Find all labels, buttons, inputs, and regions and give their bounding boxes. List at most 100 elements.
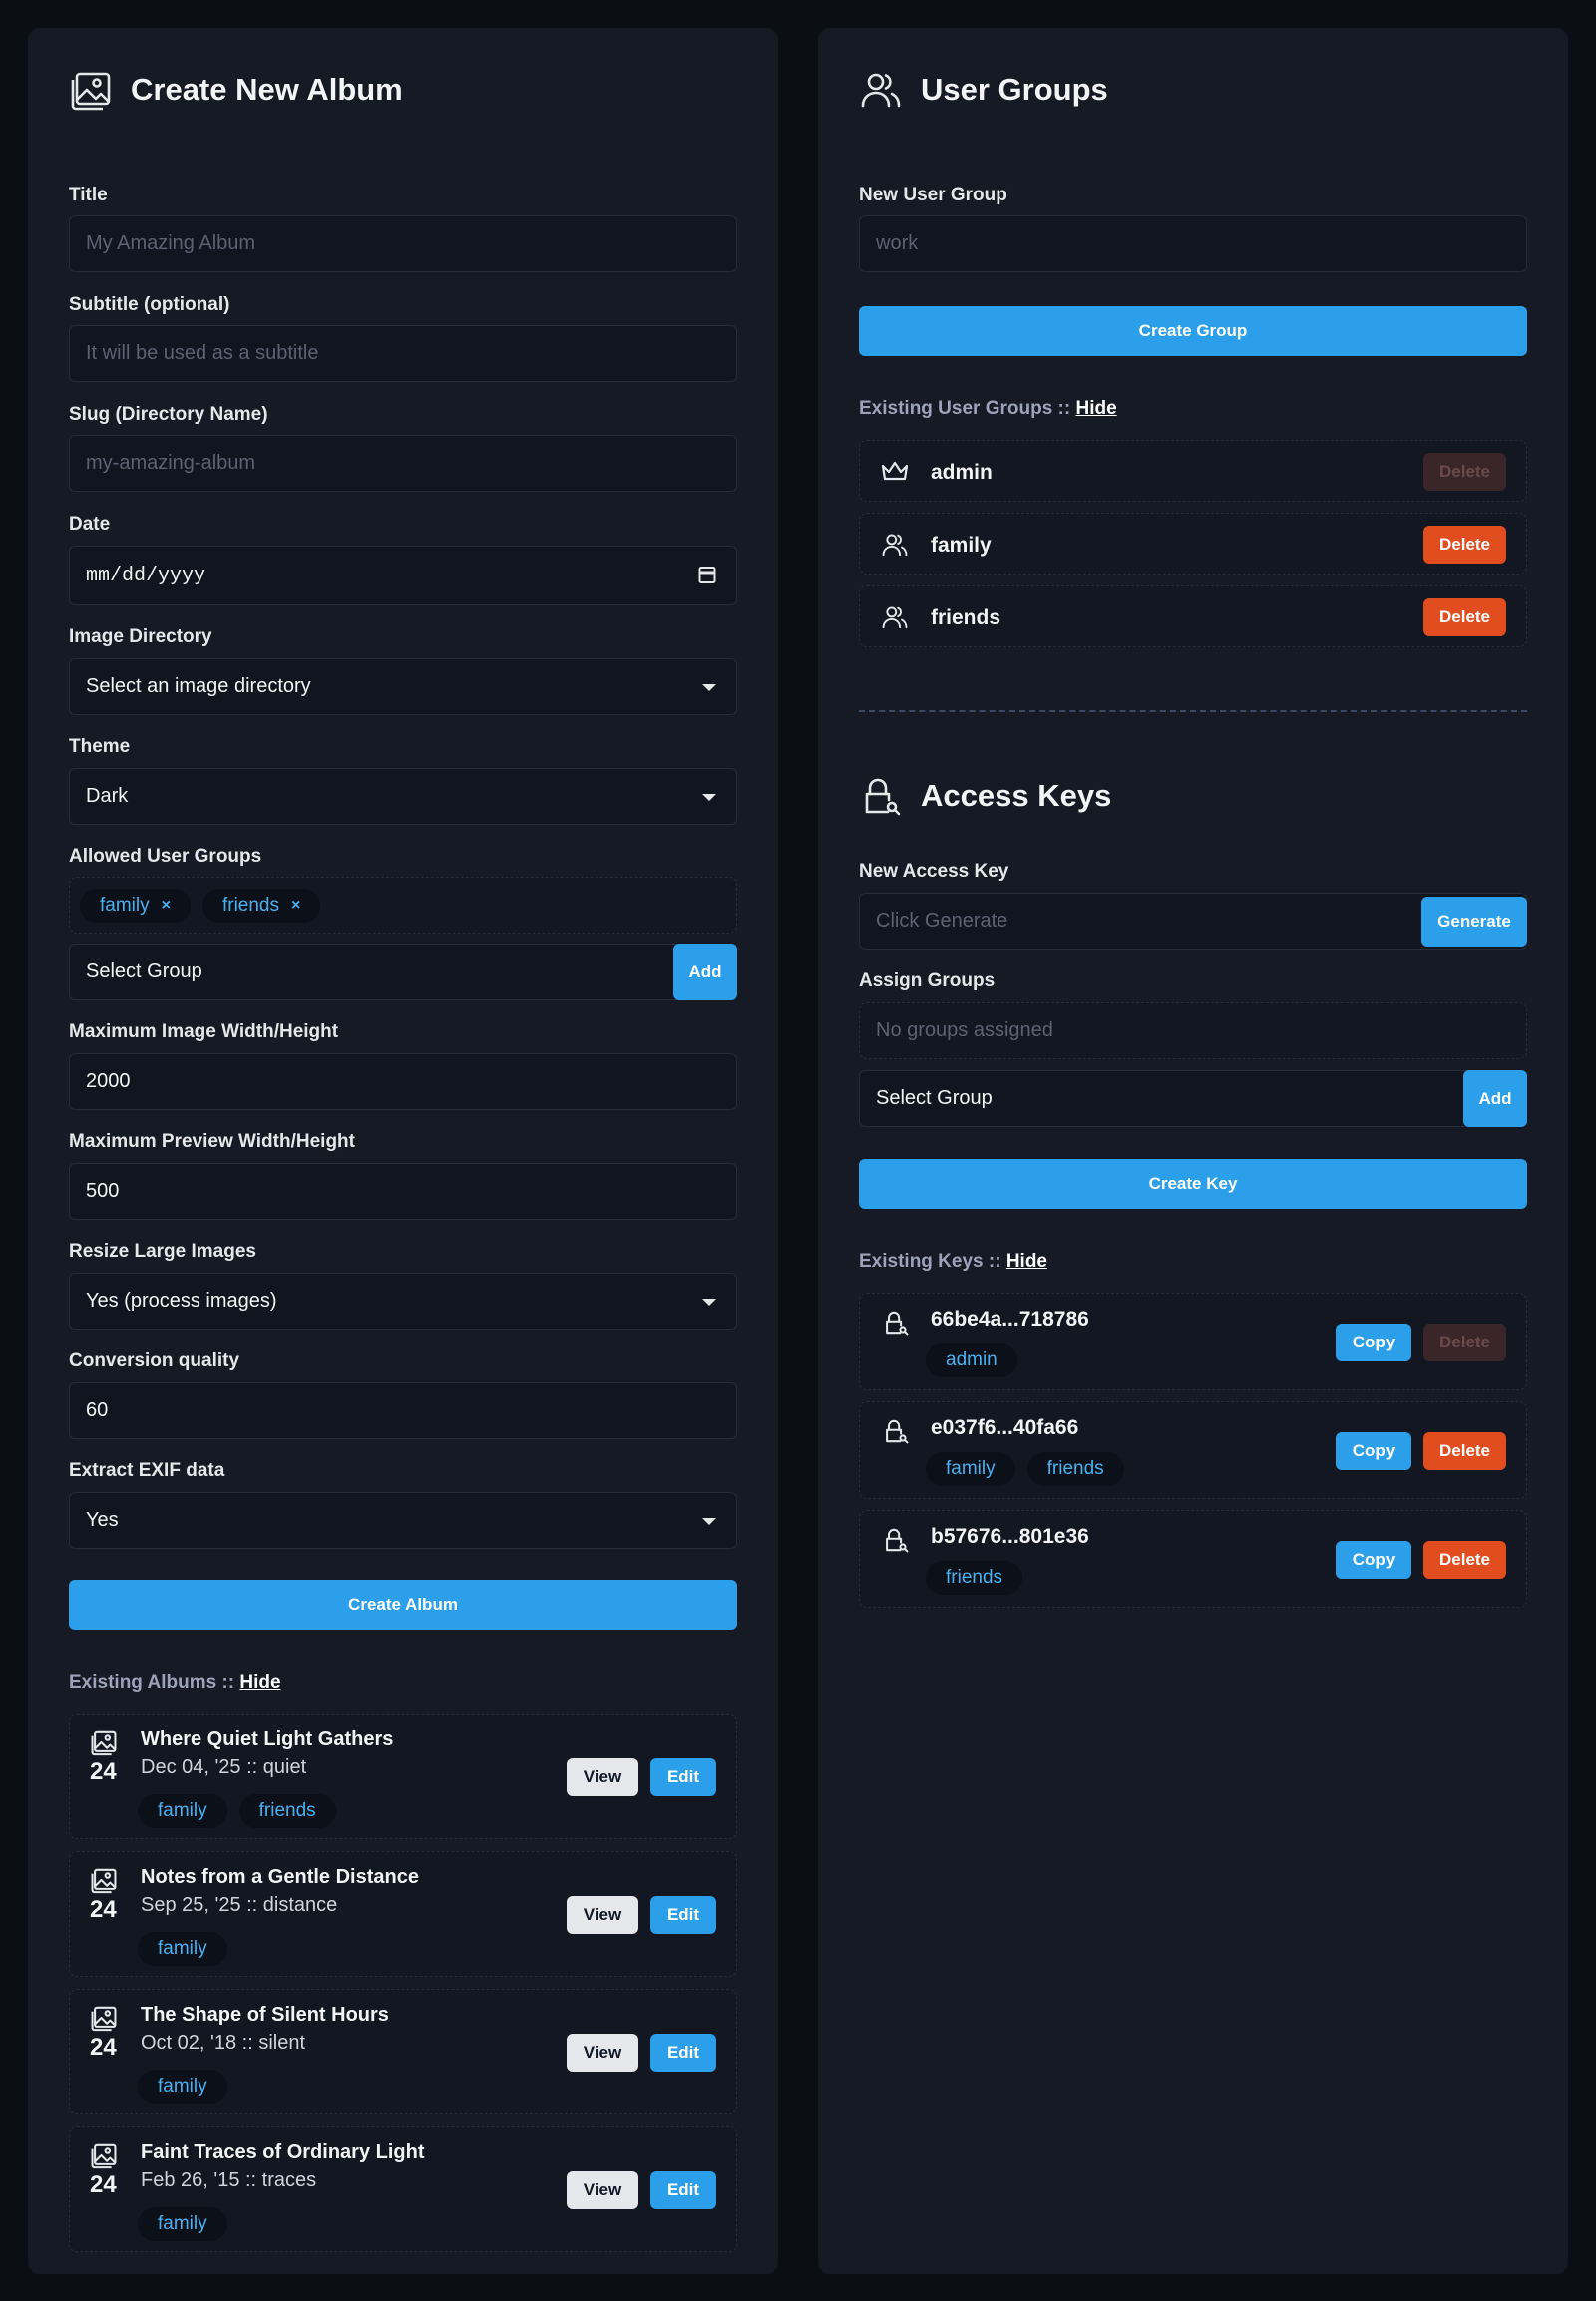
- view-album-button[interactable]: View: [567, 2171, 638, 2209]
- lock-key-icon: [886, 1419, 909, 1444]
- album-image-count: 24: [90, 2034, 117, 2061]
- create-group-button[interactable]: Create Group: [859, 306, 1527, 356]
- edit-album-button[interactable]: Edit: [650, 1758, 716, 1796]
- assign-groups-label: Assign Groups: [859, 970, 996, 991]
- image-gallery-icon: [91, 2143, 117, 2169]
- title-input[interactable]: My Amazing Album: [69, 215, 737, 272]
- existing-keys-label: Existing Keys :: Hide: [859, 1251, 1527, 1273]
- existing-groups-label: Existing User Groups :: Hide: [859, 398, 1527, 420]
- date-input-value: mm/dd/yyyy: [86, 564, 206, 587]
- album-group-chip: family: [138, 2070, 227, 2104]
- image-gallery-icon: [91, 2006, 117, 2032]
- quality-input[interactable]: 60: [69, 1382, 737, 1439]
- add-key-group-button[interactable]: Add: [1463, 1070, 1527, 1127]
- create-album-button[interactable]: Create Album: [69, 1580, 737, 1630]
- exif-value: Yes: [86, 1509, 119, 1531]
- hide-keys-link[interactable]: Hide: [1006, 1251, 1047, 1272]
- assigned-groups-box: No groups assigned: [859, 1002, 1527, 1059]
- resize-label: Resize Large Images: [69, 1241, 256, 1262]
- album-row: 24 Notes from a Gentle Distance Sep 25, …: [69, 1851, 737, 1977]
- edit-album-button[interactable]: Edit: [650, 2171, 716, 2209]
- key-group-select-value: Select Group: [876, 1087, 993, 1109]
- access-keys-title: Access Keys: [921, 778, 1112, 813]
- add-group-button[interactable]: Add: [673, 944, 737, 1000]
- subtitle-input[interactable]: It will be used as a subtitle: [69, 325, 737, 382]
- delete-group-button[interactable]: Delete: [1423, 526, 1506, 564]
- allowed-groups-label: Allowed User Groups: [69, 846, 262, 867]
- management-panel: User Groups New User Group work Create G…: [818, 28, 1568, 2274]
- chevron-down-icon: [702, 683, 716, 691]
- edit-album-button[interactable]: Edit: [650, 2034, 716, 2072]
- key-group-select[interactable]: Select Group: [859, 1070, 1527, 1127]
- album-row: 24 The Shape of Silent Hours Oct 02, '18…: [69, 1989, 737, 2114]
- view-album-button[interactable]: View: [567, 2034, 638, 2072]
- delete-key-button[interactable]: Delete: [1423, 1324, 1506, 1361]
- delete-group-button[interactable]: Delete: [1423, 453, 1506, 491]
- image-gallery-icon: [91, 1730, 117, 1756]
- access-key-row: e037f6...40fa66 family friends Copy Dele…: [859, 1401, 1527, 1499]
- copy-key-button[interactable]: Copy: [1336, 1541, 1411, 1579]
- slug-input[interactable]: my-amazing-album: [69, 435, 737, 492]
- album-group-select[interactable]: Select Group: [69, 944, 737, 1000]
- view-album-button[interactable]: View: [567, 1896, 638, 1934]
- users-icon: [882, 534, 908, 557]
- hide-albums-link[interactable]: Hide: [239, 1672, 280, 1693]
- album-meta: Feb 26, '15 :: traces: [141, 2169, 317, 2191]
- album-meta: Oct 02, '18 :: silent: [141, 2032, 306, 2054]
- slug-label: Slug (Directory Name): [69, 404, 268, 425]
- create-album-panel: Create New Album Title My Amazing Album …: [28, 28, 778, 2274]
- copy-key-button[interactable]: Copy: [1336, 1324, 1411, 1361]
- key-group-chip: friends: [1026, 1452, 1124, 1486]
- album-meta: Dec 04, '25 :: quiet: [141, 1756, 307, 1778]
- chevron-down-icon: [702, 1517, 716, 1525]
- crown-icon: [881, 461, 909, 481]
- resize-select[interactable]: Yes (process images): [69, 1273, 737, 1330]
- close-icon[interactable]: ×: [162, 897, 171, 915]
- create-key-button[interactable]: Create Key: [859, 1159, 1527, 1209]
- access-key-value: b57676...801e36: [931, 1525, 1089, 1548]
- date-input[interactable]: mm/dd/yyyy: [69, 546, 737, 605]
- max-image-input[interactable]: 2000: [69, 1053, 737, 1110]
- hide-groups-link[interactable]: Hide: [1075, 398, 1116, 419]
- new-access-key-label: New Access Key: [859, 861, 1009, 882]
- theme-select[interactable]: Dark: [69, 768, 737, 825]
- delete-key-button[interactable]: Delete: [1423, 1432, 1506, 1470]
- user-groups-heading: User Groups: [859, 68, 1527, 112]
- user-groups-title: User Groups: [921, 72, 1108, 107]
- image-directory-select[interactable]: Select an image directory: [69, 658, 737, 715]
- copy-key-button[interactable]: Copy: [1336, 1432, 1411, 1470]
- date-label: Date: [69, 514, 111, 535]
- existing-albums-text: Existing Albums ::: [69, 1672, 235, 1693]
- max-preview-input[interactable]: 500: [69, 1163, 737, 1220]
- allowed-group-chip: family ×: [80, 888, 191, 923]
- album-image-count: 24: [90, 2171, 117, 2198]
- generate-key-button[interactable]: Generate: [1421, 897, 1527, 947]
- allowed-groups-box: family × friends ×: [69, 877, 737, 934]
- access-keys-heading: Access Keys: [859, 774, 1527, 818]
- access-key-row: b57676...801e36 friends Copy Delete: [859, 1510, 1527, 1608]
- edit-album-button[interactable]: Edit: [650, 1896, 716, 1934]
- view-album-button[interactable]: View: [567, 1758, 638, 1796]
- calendar-icon[interactable]: [698, 565, 716, 584]
- close-icon[interactable]: ×: [291, 897, 300, 915]
- delete-group-button[interactable]: Delete: [1423, 598, 1506, 636]
- chevron-down-icon: [702, 793, 716, 801]
- access-key-row: 66be4a...718786 admin Copy Delete: [859, 1293, 1527, 1390]
- album-row: 24 Where Quiet Light Gathers Dec 04, '25…: [69, 1714, 737, 1839]
- key-group-chip: admin: [926, 1343, 1017, 1377]
- existing-albums-label: Existing Albums :: Hide: [69, 1672, 737, 1694]
- max-preview-label: Maximum Preview Width/Height: [69, 1131, 355, 1152]
- new-user-group-input[interactable]: work: [859, 215, 1527, 272]
- create-album-heading: Create New Album: [69, 68, 737, 112]
- album-image-count: 24: [90, 1758, 117, 1785]
- existing-keys-text: Existing Keys ::: [859, 1251, 1001, 1272]
- delete-key-button[interactable]: Delete: [1423, 1541, 1506, 1579]
- exif-label: Extract EXIF data: [69, 1460, 225, 1481]
- chevron-down-icon: [702, 1298, 716, 1306]
- user-group-row: admin Delete: [859, 440, 1527, 502]
- resize-value: Yes (process images): [86, 1290, 277, 1312]
- allowed-group-chip: friends ×: [201, 888, 321, 923]
- allowed-group-chip-label: family: [100, 894, 150, 916]
- exif-select[interactable]: Yes: [69, 1492, 737, 1549]
- user-group-row: family Delete: [859, 513, 1527, 575]
